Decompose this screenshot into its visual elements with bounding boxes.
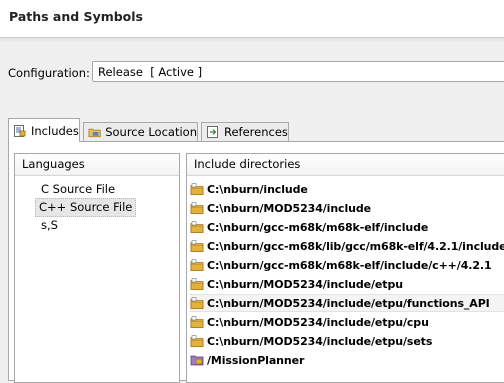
include-folder-icon (190, 259, 204, 271)
configuration-label: Configuration: (8, 66, 90, 80)
include-directory-path: /MissionPlanner (207, 353, 305, 367)
includes-icon (14, 124, 26, 137)
include-directory-row[interactable]: C:\nburn/MOD5234/include/etpu/sets (190, 332, 504, 350)
include-folder-icon (190, 221, 204, 233)
language-item-asm[interactable]: s,S (38, 217, 61, 234)
project-folder-icon (190, 355, 204, 366)
configuration-value: Release [ Active ] (98, 65, 203, 79)
include-directory-path: C:\nburn/MOD5234/include/etpu (207, 277, 403, 291)
include-directory-row[interactable]: C:\nburn/MOD5234/include/etpu/cpu (190, 313, 504, 331)
include-folder-icon (190, 183, 204, 195)
include-folder-icon (190, 297, 204, 309)
source-folder-icon (88, 128, 101, 138)
include-directory-row[interactable]: C:\nburn/include (190, 180, 504, 198)
include-directory-path: C:\nburn/gcc-m68k/lib/gcc/m68k-elf/4.2.1… (207, 239, 504, 253)
page-title: Paths and Symbols (9, 9, 143, 24)
page-header: Paths and Symbols (0, 0, 504, 38)
include-directory-path: C:\nburn/include (207, 182, 308, 196)
tab-includes-label: Includes (31, 123, 79, 138)
references-icon (207, 126, 218, 138)
include-folder-icon (190, 335, 204, 347)
include-directories-list: Include directories C:\nburn/include C:\n… (186, 153, 504, 383)
include-folder-icon (190, 240, 204, 252)
include-directory-row[interactable]: C:\nburn/MOD5234/include/etpu/functions_… (190, 294, 504, 312)
include-directories-header: Include directories (187, 154, 504, 176)
tab-source-location[interactable]: Source Location (83, 122, 198, 141)
include-directory-path: C:\nburn/gcc-m68k/m68k-elf/include/c++/4… (207, 258, 492, 272)
include-directory-row[interactable]: /MissionPlanner (190, 351, 504, 369)
languages-header: Languages (15, 154, 179, 176)
header-divider (0, 38, 504, 43)
include-directory-path: C:\nburn/MOD5234/include/etpu/cpu (207, 315, 429, 329)
configuration-dropdown[interactable]: Release [ Active ] (92, 61, 504, 82)
language-item-cpp[interactable]: C++ Source File (35, 198, 137, 217)
include-directory-row[interactable]: C:\nburn/gcc-m68k/m68k-elf/include (190, 218, 504, 236)
include-folder-icon (190, 316, 204, 328)
tab-source-location-label: Source Location (105, 125, 197, 139)
tab-references[interactable]: References (201, 122, 289, 141)
include-folder-icon (190, 202, 204, 214)
language-item-c[interactable]: C Source File (38, 181, 118, 198)
include-directory-path: C:\nburn/MOD5234/include (207, 201, 372, 215)
tab-includes[interactable]: Includes (8, 118, 80, 142)
include-directory-row[interactable]: C:\nburn/gcc-m68k/m68k-elf/include/c++/4… (190, 256, 504, 274)
include-directory-path: C:\nburn/gcc-m68k/m68k-elf/include (207, 220, 429, 234)
include-directory-row[interactable]: C:\nburn/MOD5234/include (190, 199, 504, 217)
include-directory-row[interactable]: C:\nburn/gcc-m68k/lib/gcc/m68k-elf/4.2.1… (190, 237, 504, 255)
include-folder-icon (190, 278, 204, 290)
tab-references-label: References (224, 125, 288, 139)
include-directory-path: C:\nburn/MOD5234/include/etpu/functions_… (207, 296, 490, 310)
languages-list: Languages C Source File C++ Source File … (14, 153, 180, 383)
include-directory-path: C:\nburn/MOD5234/include/etpu/sets (207, 334, 433, 348)
include-directory-row[interactable]: C:\nburn/MOD5234/include/etpu (190, 275, 504, 293)
